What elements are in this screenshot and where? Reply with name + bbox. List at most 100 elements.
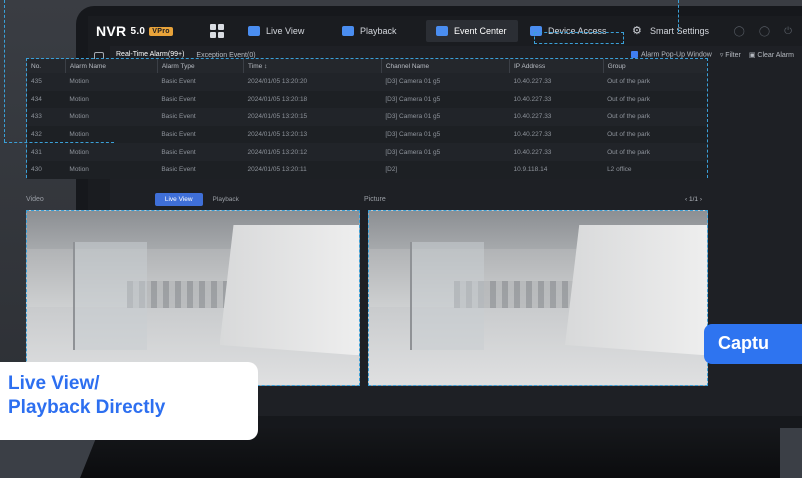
- table-cell: 10.40.227.33: [509, 73, 604, 91]
- tab-label: Playback: [360, 26, 397, 36]
- table-cell: Basic Event: [157, 90, 244, 109]
- table-cell: L2 office: [603, 160, 707, 179]
- table-row[interactable]: 432 Motion Basic Event 2024/01/05 13:20:13[…: [27, 125, 707, 144]
- table-cell: [D3] Camera 01 g5: [381, 108, 510, 126]
- live-view-callout: Live View/ Playback Directly: [0, 362, 258, 440]
- table-cell: 2024/01/05 13:20:18: [243, 90, 382, 109]
- connector-line: [4, 142, 114, 143]
- table-cell: 431: [27, 143, 66, 161]
- popup-highlight: [534, 32, 624, 44]
- table-cell: [D3] Camera 01 g5: [381, 73, 510, 91]
- callout-line-1: Live View/: [8, 373, 100, 394]
- table-cell: Out of the park: [603, 108, 707, 126]
- table-cell: [D2]: [381, 160, 510, 179]
- connector-line: [4, 0, 5, 142]
- scene-glass-door: [409, 242, 484, 351]
- table-cell: [D3] Camera 01 g5: [381, 143, 510, 161]
- table-cell: Motion: [65, 90, 158, 109]
- capture-callout-text: Captu: [718, 333, 769, 353]
- video-view[interactable]: [26, 210, 360, 386]
- grid-menu-icon[interactable]: [210, 24, 224, 38]
- column-header[interactable]: Alarm Type: [156, 59, 244, 73]
- table-cell: Basic Event: [157, 108, 244, 126]
- column-header[interactable]: Time ↕: [243, 59, 382, 73]
- table-cell: Motion: [65, 73, 158, 91]
- table-cell: 2024/01/05 13:20:20: [243, 73, 382, 91]
- picture-panel-header: Picture ‹ 1/1 ›: [364, 190, 708, 208]
- picture-title: Picture: [364, 195, 386, 203]
- user-icon[interactable]: ◯: [759, 26, 770, 37]
- table-cell: 2024/01/05 13:20:13: [243, 125, 382, 144]
- table-cell: Motion: [65, 143, 158, 161]
- table-cell: Basic Event: [157, 73, 244, 91]
- filter-button[interactable]: ▿ Filter: [720, 51, 741, 59]
- table-cell: 10.40.227.33: [509, 143, 604, 161]
- power-icon[interactable]: ⏻: [784, 26, 792, 37]
- capture-callout: Captu: [704, 324, 802, 364]
- table-cell: Out of the park: [603, 73, 707, 91]
- table-cell: Basic Event: [157, 125, 244, 144]
- column-header[interactable]: Channel Name: [380, 59, 510, 73]
- alarm-table: No. Alarm Name Alarm Type Time ↕ Channel Nam…: [26, 58, 708, 179]
- video-panel-header: Video Live View Playback: [26, 190, 360, 208]
- table-cell: 434: [27, 90, 66, 109]
- filter-label: Filter: [725, 52, 741, 59]
- table-cell: 10.40.227.33: [509, 108, 604, 126]
- tab-label: Smart Settings: [650, 26, 710, 36]
- table-cell: 432: [27, 125, 66, 144]
- live-view-icon: [248, 26, 260, 36]
- window-controls: ◯ ◯ ⏻: [734, 26, 792, 37]
- table-header: No. Alarm Name Alarm Type Time ↕ Channel Nam…: [27, 59, 707, 73]
- tab-playback[interactable]: Playback: [332, 20, 424, 42]
- bell-icon[interactable]: ◯: [734, 26, 745, 37]
- tab-event-center[interactable]: Event Center: [426, 20, 518, 42]
- playback-icon: [342, 26, 354, 36]
- table-cell: [D3] Camera 01 g5: [381, 125, 510, 144]
- table-cell: Out of the park: [603, 125, 707, 144]
- column-header[interactable]: IP Address: [508, 59, 604, 73]
- tab-smart-settings[interactable]: ⚙ Smart Settings: [622, 20, 722, 42]
- table-cell: Motion: [65, 108, 158, 126]
- column-header[interactable]: Alarm Name: [64, 59, 158, 73]
- clear-alarm-label: Clear Alarm: [757, 52, 794, 59]
- table-body: 435 Motion Basic Event 2024/01/05 13:20:20[…: [27, 73, 707, 179]
- connector-line: [678, 0, 679, 32]
- table-cell: Motion: [65, 125, 158, 144]
- table-row[interactable]: 434 Motion Basic Event 2024/01/05 13:20:18[…: [27, 90, 707, 109]
- tab-live-view[interactable]: Live View: [238, 20, 330, 42]
- table-cell: 2024/01/05 13:20:15: [243, 108, 382, 126]
- picture-view[interactable]: [368, 210, 708, 386]
- table-row[interactable]: 435 Motion Basic Event 2024/01/05 13:20:20[…: [27, 73, 707, 91]
- event-center-icon: [436, 26, 448, 36]
- top-navbar: NVR 5.0 VPro Live View Playback Event Ce…: [88, 16, 802, 46]
- table-cell: Out of the park: [603, 143, 707, 161]
- table-cell: Basic Event: [157, 160, 244, 179]
- table-cell: Motion: [65, 160, 158, 179]
- column-header[interactable]: No.: [27, 59, 66, 73]
- callout-text: Live View/ Playback Directly: [8, 372, 165, 420]
- table-row[interactable]: 431 Motion Basic Event 2024/01/05 13:20:12[…: [27, 143, 707, 161]
- table-cell: [D3] Camera 01 g5: [381, 90, 510, 109]
- live-view-toggle[interactable]: Live View: [154, 192, 203, 206]
- table-row[interactable]: 430 Motion Basic Event 2024/01/05 13:20:11[…: [27, 160, 707, 179]
- playback-toggle[interactable]: Playback: [203, 193, 249, 206]
- video-title: Video: [26, 195, 44, 203]
- table-row[interactable]: 433 Motion Basic Event 2024/01/05 13:20:15[…: [27, 108, 707, 126]
- video-mode-toggle: Live View Playback: [154, 192, 249, 206]
- table-cell: 435: [27, 73, 66, 91]
- brand-badge: VPro: [149, 26, 173, 36]
- column-header[interactable]: Group: [602, 59, 707, 73]
- tab-label: Live View: [266, 26, 305, 36]
- callout-line-2: Playback Directly: [8, 397, 166, 418]
- table-cell: 430: [27, 160, 66, 179]
- table-cell: 2024/01/05 13:20:12: [243, 143, 382, 161]
- tab-label: Event Center: [454, 26, 507, 36]
- brand-logo: NVR 5.0 VPro: [96, 23, 206, 39]
- table-cell: 10.40.227.33: [509, 90, 604, 109]
- table-cell: Basic Event: [157, 143, 244, 161]
- picture-pager[interactable]: ‹ 1/1 ›: [685, 196, 708, 203]
- table-cell: 433: [27, 108, 66, 126]
- scene-glass-door: [73, 242, 147, 351]
- clear-alarm-button[interactable]: ▣ Clear Alarm: [749, 51, 794, 59]
- table-cell: 10.40.227.33: [509, 125, 604, 144]
